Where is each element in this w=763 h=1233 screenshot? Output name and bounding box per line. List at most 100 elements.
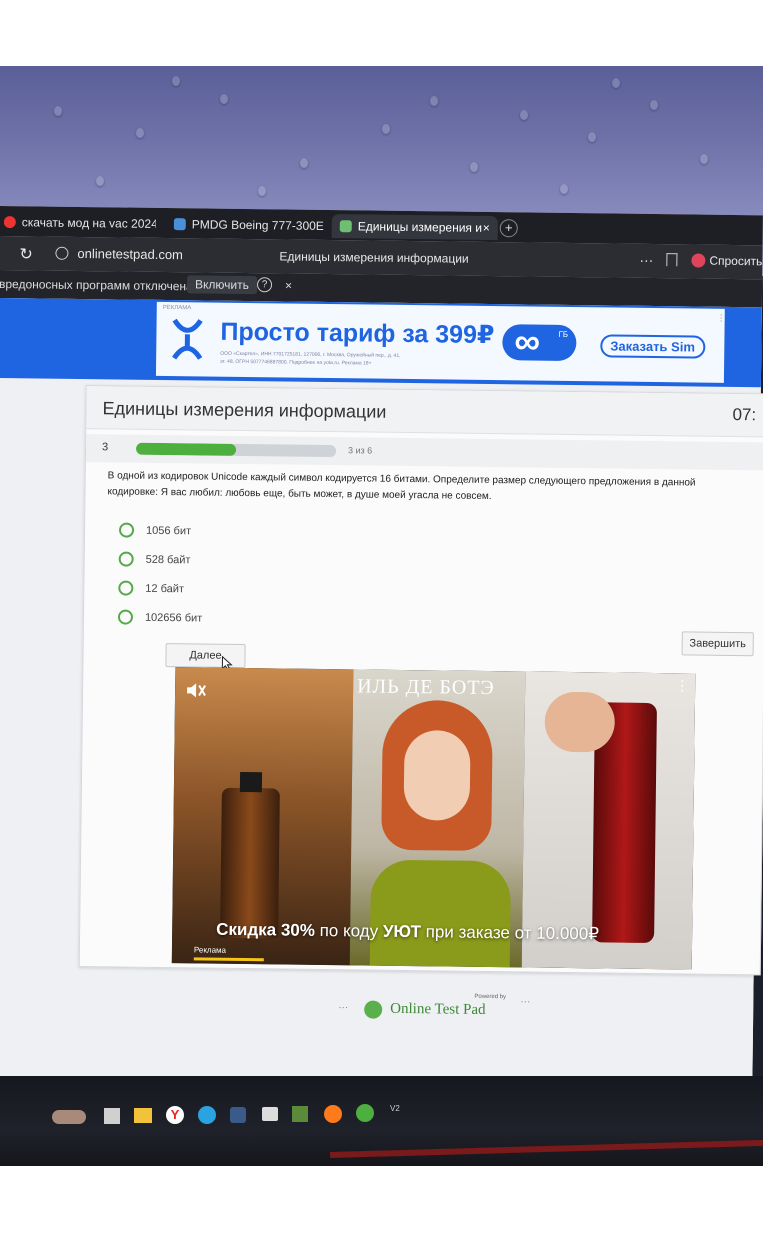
water-drop	[220, 94, 228, 104]
water-drop	[650, 100, 658, 110]
file-explorer-icon[interactable]	[134, 1108, 152, 1123]
bottle-cap	[239, 771, 263, 793]
question-number: 3	[101, 441, 109, 454]
infinity-icon: ∞	[514, 320, 541, 362]
minecraft-icon[interactable]	[292, 1106, 308, 1122]
tab-close-icon[interactable]: ×	[483, 216, 490, 240]
perfume-bottle	[220, 787, 280, 939]
site-footer: Powered by ··· Online Test Pad ···	[330, 992, 550, 1035]
site-info-icon[interactable]	[55, 246, 69, 260]
ad-more-icon[interactable]: ⋮	[717, 313, 726, 324]
telegram-icon	[173, 218, 186, 231]
enable-button[interactable]: Включить	[186, 275, 258, 295]
powered-by: Powered by	[474, 993, 507, 1001]
next-button[interactable]: Далее	[165, 643, 246, 669]
tab-units-active[interactable]: Единицы измерения и ×	[331, 214, 498, 241]
water-drop	[612, 78, 620, 88]
page-content: РЕКЛАМА Просто тариф за 399₽ ООО «Скарте…	[0, 297, 763, 1086]
answer-option[interactable]: 1056 бит	[118, 522, 191, 538]
help-icon[interactable]: ?	[256, 277, 273, 293]
yandex-icon	[3, 216, 16, 229]
answer-option[interactable]: 528 байт	[118, 551, 191, 567]
radio-button[interactable]	[118, 580, 134, 596]
footer-brand[interactable]: Online Test Pad	[390, 1001, 486, 1019]
telegram-taskbar-icon[interactable]	[198, 1106, 216, 1124]
infobar-text: вредоносных программ отключена	[0, 276, 193, 294]
ad-tag: РЕКЛАМА	[162, 304, 192, 312]
ad-label: Реклама	[193, 945, 227, 955]
new-tab-button[interactable]: +	[499, 219, 518, 238]
answer-option[interactable]: 102656 бит	[117, 609, 202, 625]
question-text: В одной из кодировок Unicode каждый симв…	[107, 470, 696, 503]
banner-menu-icon[interactable]: ⋮	[675, 677, 689, 694]
test-title: Единицы измерения информации	[102, 398, 387, 422]
water-drop	[382, 124, 390, 134]
water-drop	[520, 110, 528, 120]
task-view-icon[interactable]	[104, 1108, 120, 1124]
order-sim-button[interactable]: Заказать Sim	[600, 334, 706, 359]
hand	[544, 691, 616, 753]
finish-button[interactable]: Завершить	[681, 631, 754, 657]
water-drop	[96, 176, 104, 186]
footer-dots-left: ···	[338, 1002, 349, 1014]
answer-option[interactable]: 12 байт	[118, 580, 184, 596]
reload-icon[interactable]: ↻	[19, 244, 33, 264]
ad-fine-print-1: ООО «Скартел», ИНН 7701725181, 127006, г…	[220, 350, 401, 359]
tab-pmdg[interactable]: PMDG Boeing 777-300ER	[173, 212, 324, 238]
infobar-close-icon[interactable]: ×	[285, 278, 292, 292]
monitor-screen: скачать мод на vac 2024 с PMDG Boeing 77…	[0, 206, 763, 1086]
alice-icon	[691, 253, 706, 268]
water-drop	[588, 132, 596, 142]
progress-label: 3 из 6	[347, 445, 373, 456]
taskbar-thumbnail[interactable]	[52, 1110, 86, 1124]
water-drop	[258, 186, 266, 196]
radio-button[interactable]	[117, 609, 134, 625]
xbox-icon[interactable]	[356, 1104, 374, 1122]
test-header: Единицы измерения информации 07:	[86, 386, 763, 438]
product-banner-ad[interactable]: Реклама ИЛЬ ДЕ БОТЭ ⋮ Скидка 30% по коду…	[171, 667, 696, 970]
yandex-browser-icon[interactable]: Y	[166, 1106, 184, 1124]
onlinetestpad-logo-icon	[364, 1000, 383, 1019]
mute-icon[interactable]	[185, 681, 207, 699]
ad-blue-strip: РЕКЛАМА Просто тариф за 399₽ ООО «Скарте…	[0, 297, 762, 388]
radio-button[interactable]	[118, 551, 134, 567]
menu-dots-icon[interactable]: ···	[639, 252, 653, 268]
radio-button[interactable]	[118, 522, 135, 538]
onlinetestpad-tab-icon	[339, 220, 352, 233]
progress-track	[135, 442, 337, 458]
progress-row: 3 3 из 6	[85, 434, 763, 471]
water-drop	[136, 128, 144, 138]
model-blouse	[369, 859, 512, 968]
ad-fine-print-2: эт. 48, ОГРН 5077746887800. Подробнее на…	[220, 358, 372, 367]
water-drop	[172, 76, 180, 86]
bookmark-icon[interactable]	[666, 253, 678, 267]
ask-button[interactable]: Спросить	[709, 254, 762, 269]
taskbar: Y V2	[0, 1076, 763, 1166]
brand-logo: ИЛЬ ДЕ БОТЭ	[357, 675, 495, 700]
archiver-icon[interactable]	[262, 1107, 278, 1121]
water-drop	[54, 106, 62, 116]
unlimited-badge: ∞ ГБ	[502, 320, 577, 362]
model-face	[403, 729, 471, 821]
ad-headline: Просто тариф за 399₽	[220, 317, 495, 350]
desk-edge	[330, 1139, 763, 1158]
water-drop	[560, 184, 568, 194]
photo-frame: скачать мод на vac 2024 с PMDG Boeing 77…	[0, 66, 763, 1166]
water-drop	[430, 96, 438, 106]
timer: 07:	[732, 404, 757, 425]
tab-mod-download[interactable]: скачать мод на vac 2024 с	[3, 210, 156, 236]
progress-fill	[135, 442, 237, 456]
yota-logo-icon	[172, 318, 203, 360]
firefox-icon[interactable]	[324, 1105, 342, 1123]
tray-badge: V2	[390, 1104, 400, 1113]
water-drop	[300, 158, 308, 168]
top-ad-banner[interactable]: РЕКЛАМА Просто тариф за 399₽ ООО «Скарте…	[155, 301, 726, 383]
steam-icon[interactable]	[230, 1107, 246, 1123]
water-drop	[470, 162, 478, 172]
gb-label: ГБ	[558, 329, 569, 339]
test-card: Единицы измерения информации 07: 3 3 из …	[78, 385, 763, 976]
water-drop	[700, 154, 708, 164]
footer-dots-right: ···	[520, 996, 531, 1008]
page-title-header: Единицы измерения информации	[279, 249, 469, 266]
url-text[interactable]: onlinetestpad.com	[77, 246, 183, 262]
